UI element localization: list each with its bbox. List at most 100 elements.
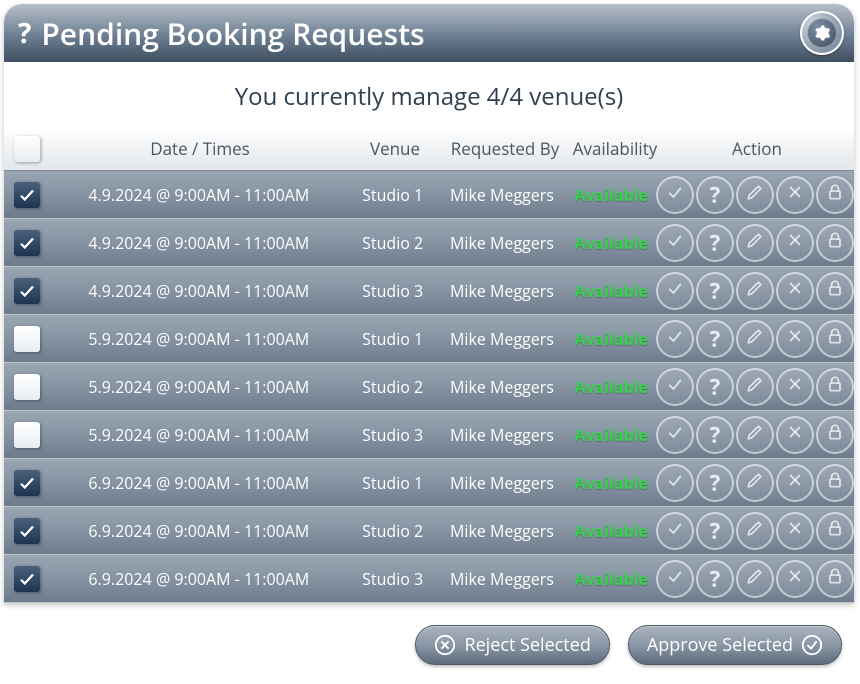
question-icon: ? bbox=[710, 228, 721, 258]
pencil-icon bbox=[745, 422, 765, 447]
reject-button[interactable] bbox=[776, 464, 814, 502]
cell-venue: Studio 2 bbox=[348, 232, 437, 254]
row-checkbox[interactable] bbox=[14, 422, 40, 448]
availability-badge: Available bbox=[574, 232, 648, 254]
pencil-icon bbox=[745, 566, 765, 591]
row-checkbox[interactable] bbox=[14, 278, 40, 304]
reject-button[interactable] bbox=[776, 560, 814, 598]
cell-requested-by: Mike Meggers bbox=[437, 184, 566, 206]
table-row: 6.9.2024 @ 9:00AM - 11:00AMStudio 2Mike … bbox=[4, 507, 854, 555]
query-button[interactable]: ? bbox=[696, 512, 734, 550]
table-row: 6.9.2024 @ 9:00AM - 11:00AMStudio 3Mike … bbox=[4, 555, 854, 603]
reject-selected-button[interactable]: Reject Selected bbox=[415, 625, 609, 665]
cell-venue: Studio 2 bbox=[348, 376, 437, 398]
query-button[interactable]: ? bbox=[696, 416, 734, 454]
edit-button[interactable] bbox=[736, 512, 774, 550]
lock-icon bbox=[825, 422, 845, 447]
help-icon[interactable]: ? bbox=[18, 14, 31, 52]
edit-button[interactable] bbox=[736, 224, 774, 262]
approve-icon bbox=[665, 470, 685, 495]
approve-button[interactable] bbox=[656, 512, 694, 550]
row-actions: ? bbox=[656, 464, 854, 502]
row-actions: ? bbox=[656, 176, 854, 214]
row-checkbox[interactable] bbox=[14, 470, 40, 496]
cell-venue: Studio 1 bbox=[348, 472, 437, 494]
approve-button[interactable] bbox=[656, 464, 694, 502]
availability-badge: Available bbox=[574, 376, 648, 398]
pending-bookings-panel: ? Pending Booking Requests You currently… bbox=[4, 4, 854, 603]
reject-button[interactable] bbox=[776, 176, 814, 214]
query-button[interactable]: ? bbox=[696, 224, 734, 262]
cross-icon bbox=[785, 230, 805, 255]
approve-icon bbox=[665, 182, 685, 207]
cell-date: 4.9.2024 @ 9:00AM - 11:00AM bbox=[50, 232, 348, 254]
settings-button[interactable] bbox=[800, 11, 844, 55]
query-button[interactable]: ? bbox=[696, 176, 734, 214]
row-checkbox[interactable] bbox=[14, 518, 40, 544]
row-actions: ? bbox=[656, 368, 854, 406]
reject-button[interactable] bbox=[776, 272, 814, 310]
edit-button[interactable] bbox=[736, 176, 774, 214]
lock-button[interactable] bbox=[816, 176, 854, 214]
query-button[interactable]: ? bbox=[696, 464, 734, 502]
approve-button[interactable] bbox=[656, 176, 694, 214]
footer-actions: Reject Selected Approve Selected bbox=[0, 603, 860, 665]
lock-button[interactable] bbox=[816, 272, 854, 310]
approve-button[interactable] bbox=[656, 272, 694, 310]
question-icon: ? bbox=[710, 180, 721, 210]
edit-button[interactable] bbox=[736, 368, 774, 406]
edit-button[interactable] bbox=[736, 320, 774, 358]
cell-date: 6.9.2024 @ 9:00AM - 11:00AM bbox=[50, 568, 348, 590]
approve-button[interactable] bbox=[656, 224, 694, 262]
panel-header: ? Pending Booking Requests bbox=[4, 4, 854, 62]
reject-button[interactable] bbox=[776, 320, 814, 358]
lock-button[interactable] bbox=[816, 464, 854, 502]
edit-button[interactable] bbox=[736, 560, 774, 598]
row-checkbox[interactable] bbox=[14, 566, 40, 592]
row-actions: ? bbox=[656, 416, 854, 454]
table-header: Date / Times Venue Requested By Availabi… bbox=[4, 127, 854, 171]
select-all-checkbox[interactable] bbox=[14, 136, 40, 162]
lock-button[interactable] bbox=[816, 416, 854, 454]
reject-button[interactable] bbox=[776, 512, 814, 550]
query-button[interactable]: ? bbox=[696, 560, 734, 598]
approve-button[interactable] bbox=[656, 368, 694, 406]
lock-button[interactable] bbox=[816, 320, 854, 358]
edit-button[interactable] bbox=[736, 464, 774, 502]
cross-icon bbox=[785, 518, 805, 543]
table-row: 4.9.2024 @ 9:00AM - 11:00AMStudio 2Mike … bbox=[4, 219, 854, 267]
reject-button[interactable] bbox=[776, 368, 814, 406]
table-row: 4.9.2024 @ 9:00AM - 11:00AMStudio 1Mike … bbox=[4, 171, 854, 219]
cell-date: 4.9.2024 @ 9:00AM - 11:00AM bbox=[50, 184, 348, 206]
cross-icon bbox=[785, 566, 805, 591]
lock-icon bbox=[825, 566, 845, 591]
edit-button[interactable] bbox=[736, 416, 774, 454]
lock-button[interactable] bbox=[816, 560, 854, 598]
lock-button[interactable] bbox=[816, 512, 854, 550]
approve-button[interactable] bbox=[656, 320, 694, 358]
lock-button[interactable] bbox=[816, 224, 854, 262]
query-button[interactable]: ? bbox=[696, 368, 734, 406]
approve-selected-button[interactable]: Approve Selected bbox=[628, 625, 842, 665]
row-checkbox[interactable] bbox=[14, 326, 40, 352]
cell-date: 5.9.2024 @ 9:00AM - 11:00AM bbox=[50, 328, 348, 350]
cell-requested-by: Mike Meggers bbox=[437, 472, 566, 494]
reject-button[interactable] bbox=[776, 224, 814, 262]
approve-button[interactable] bbox=[656, 416, 694, 454]
approve-button[interactable] bbox=[656, 560, 694, 598]
venue-summary: You currently manage 4/4 venue(s) bbox=[4, 62, 854, 127]
availability-badge: Available bbox=[574, 568, 648, 590]
lock-button[interactable] bbox=[816, 368, 854, 406]
row-checkbox[interactable] bbox=[14, 230, 40, 256]
reject-button[interactable] bbox=[776, 416, 814, 454]
row-checkbox[interactable] bbox=[14, 182, 40, 208]
page-title: Pending Booking Requests bbox=[41, 13, 800, 54]
lock-icon bbox=[825, 230, 845, 255]
query-button[interactable]: ? bbox=[696, 320, 734, 358]
cell-date: 6.9.2024 @ 9:00AM - 11:00AM bbox=[50, 472, 348, 494]
col-header-availability: Availability bbox=[570, 137, 660, 160]
query-button[interactable]: ? bbox=[696, 272, 734, 310]
edit-button[interactable] bbox=[736, 272, 774, 310]
row-checkbox[interactable] bbox=[14, 374, 40, 400]
approve-icon bbox=[665, 422, 685, 447]
